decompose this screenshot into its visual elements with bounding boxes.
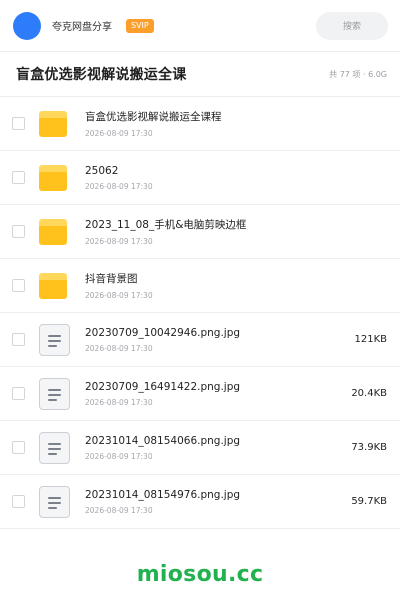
item-meta: 20231014_08154976.png.jpg 2026-08-09 17:…: [85, 489, 343, 515]
document-icon: [39, 431, 71, 464]
document-icon: [39, 485, 71, 518]
list-item[interactable]: 20230709_10042946.png.jpg 2026-08-09 17:…: [0, 313, 400, 367]
item-name[interactable]: 25062: [85, 165, 379, 177]
search-placeholder: 搜索: [342, 22, 361, 32]
item-meta: 20230709_16491422.png.jpg 2026-08-09 17:…: [85, 381, 343, 407]
row-checkbox[interactable]: [12, 495, 25, 508]
item-date: 2026-08-09 17:30: [85, 505, 153, 515]
list-item[interactable]: 2023_11_08_手机&电脑剪映边框 2026-08-09 17:30: [0, 205, 400, 259]
document-icon: [39, 323, 71, 356]
item-name[interactable]: 20231014_08154976.png.jpg: [85, 489, 343, 501]
row-checkbox[interactable]: [12, 117, 25, 130]
item-meta: 抖音背景图 2026-08-09 17:30: [85, 271, 379, 300]
svip-badge: SVIP: [126, 18, 154, 33]
item-meta: 2023_11_08_手机&电脑剪映边框 2026-08-09 17:30: [85, 217, 379, 246]
file-list: 盲盒优选影视解说搬运全课程 2026-08-09 17:30 25062 202…: [0, 97, 400, 529]
header-bar: 夸克网盘分享 SVIP 搜索: [0, 0, 400, 52]
item-date: 2026-08-09 17:30: [85, 129, 153, 138]
list-item[interactable]: 抖音背景图 2026-08-09 17:30: [0, 259, 400, 313]
row-checkbox[interactable]: [12, 225, 25, 238]
item-date: 2026-08-09 17:30: [85, 181, 153, 191]
item-summary: 共 77 项 · 6.0G: [329, 69, 387, 79]
folder-icon: [39, 216, 71, 248]
item-size: 20.4KB: [351, 388, 387, 399]
item-size: 59.7KB: [351, 496, 387, 507]
item-name[interactable]: 20231014_08154066.png.jpg: [85, 435, 343, 447]
row-checkbox[interactable]: [12, 279, 25, 292]
item-name[interactable]: 20230709_10042946.png.jpg: [85, 327, 346, 339]
row-checkbox[interactable]: [12, 171, 25, 184]
item-name[interactable]: 盲盒优选影视解说搬运全课程: [85, 109, 379, 124]
list-item[interactable]: 25062 2026-08-09 17:30: [0, 151, 400, 205]
item-size: 73.9KB: [351, 442, 387, 453]
folder-icon: [39, 162, 71, 194]
item-date: 2026-08-09 17:30: [85, 451, 153, 461]
item-meta: 20230709_10042946.png.jpg 2026-08-09 17:…: [85, 327, 346, 353]
document-icon: [39, 377, 71, 410]
list-item[interactable]: 20231014_08154976.png.jpg 2026-08-09 17:…: [0, 475, 400, 529]
row-checkbox[interactable]: [12, 441, 25, 454]
folder-title-row: 盲盒优选影视解说搬运全课 共 77 项 · 6.0G: [0, 52, 400, 97]
item-meta: 盲盒优选影视解说搬运全课程 2026-08-09 17:30: [85, 109, 379, 138]
item-date: 2026-08-09 17:30: [85, 237, 153, 246]
share-owner-name: 夸克网盘分享: [52, 22, 112, 33]
item-date: 2026-08-09 17:30: [85, 397, 153, 407]
search-input[interactable]: 搜索: [316, 11, 388, 40]
site-watermark: miosou.cc: [136, 562, 264, 587]
item-name[interactable]: 抖音背景图: [85, 271, 379, 286]
list-item[interactable]: 20230709_16491422.png.jpg 2026-08-09 17:…: [0, 367, 400, 421]
row-checkbox[interactable]: [12, 333, 25, 346]
list-item[interactable]: 20231014_08154066.png.jpg 2026-08-09 17:…: [0, 421, 400, 475]
item-date: 2026-08-09 17:30: [85, 343, 153, 353]
folder-icon: [39, 270, 71, 302]
folder-icon: [39, 108, 71, 140]
list-item[interactable]: 盲盒优选影视解说搬运全课程 2026-08-09 17:30: [0, 97, 400, 151]
item-size: 121KB: [354, 334, 387, 345]
avatar[interactable]: [13, 11, 41, 40]
item-date: 2026-08-09 17:30: [85, 291, 153, 300]
row-checkbox[interactable]: [12, 387, 25, 400]
page-title: 盲盒优选影视解说搬运全课: [16, 67, 187, 83]
item-meta: 25062 2026-08-09 17:30: [85, 165, 379, 191]
item-name[interactable]: 2023_11_08_手机&电脑剪映边框: [85, 217, 379, 232]
item-name[interactable]: 20230709_16491422.png.jpg: [85, 381, 343, 393]
item-meta: 20231014_08154066.png.jpg 2026-08-09 17:…: [85, 435, 343, 461]
